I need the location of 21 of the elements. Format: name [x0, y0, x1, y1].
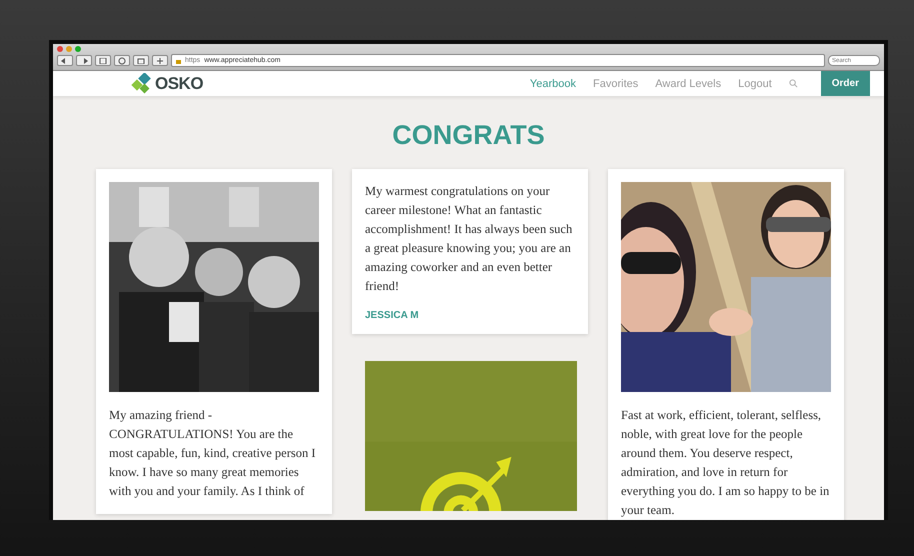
bookmarks-button[interactable] [95, 55, 111, 66]
nav-link[interactable]: Logout [738, 78, 772, 90]
message-text: My amazing friend - CONGRATULATIONS! You are the most capable, fun, kind, creative person I know. I have so many great memories with you and your family. As I think of [109, 407, 317, 500]
history-button[interactable] [114, 55, 130, 66]
order-button[interactable]: Order [820, 71, 870, 96]
logo-text: OSKO [155, 74, 204, 94]
add-button[interactable] [152, 55, 168, 66]
forward-button[interactable] [76, 55, 92, 66]
clock-icon [118, 56, 126, 64]
logo-icon [131, 72, 153, 94]
plus-icon [156, 56, 164, 64]
nav-link[interactable]: Award Levels [655, 78, 722, 90]
nav-link[interactable]: Yearbook [530, 78, 576, 90]
share-button[interactable] [133, 55, 149, 66]
close-button[interactable] [57, 46, 63, 52]
nav-link[interactable]: Favorites [593, 78, 638, 90]
message-text: My warmest congratulations on your career milestone! What an fantastic accomplishment! It has always been such a great pleasure knowing you; you are an amazing coworker and an even better friend! [365, 183, 574, 295]
message-text: Fast at work, efficient, tolerant, selfless, noble, with great love for the people around them. You deserve respect, admiration, and love in return for everything you do. I am so happy to be in your team. [621, 407, 830, 519]
back-button[interactable] [57, 55, 73, 66]
author-name: JESSICA M [365, 310, 420, 321]
page-heading: CONGRATS [391, 120, 546, 151]
